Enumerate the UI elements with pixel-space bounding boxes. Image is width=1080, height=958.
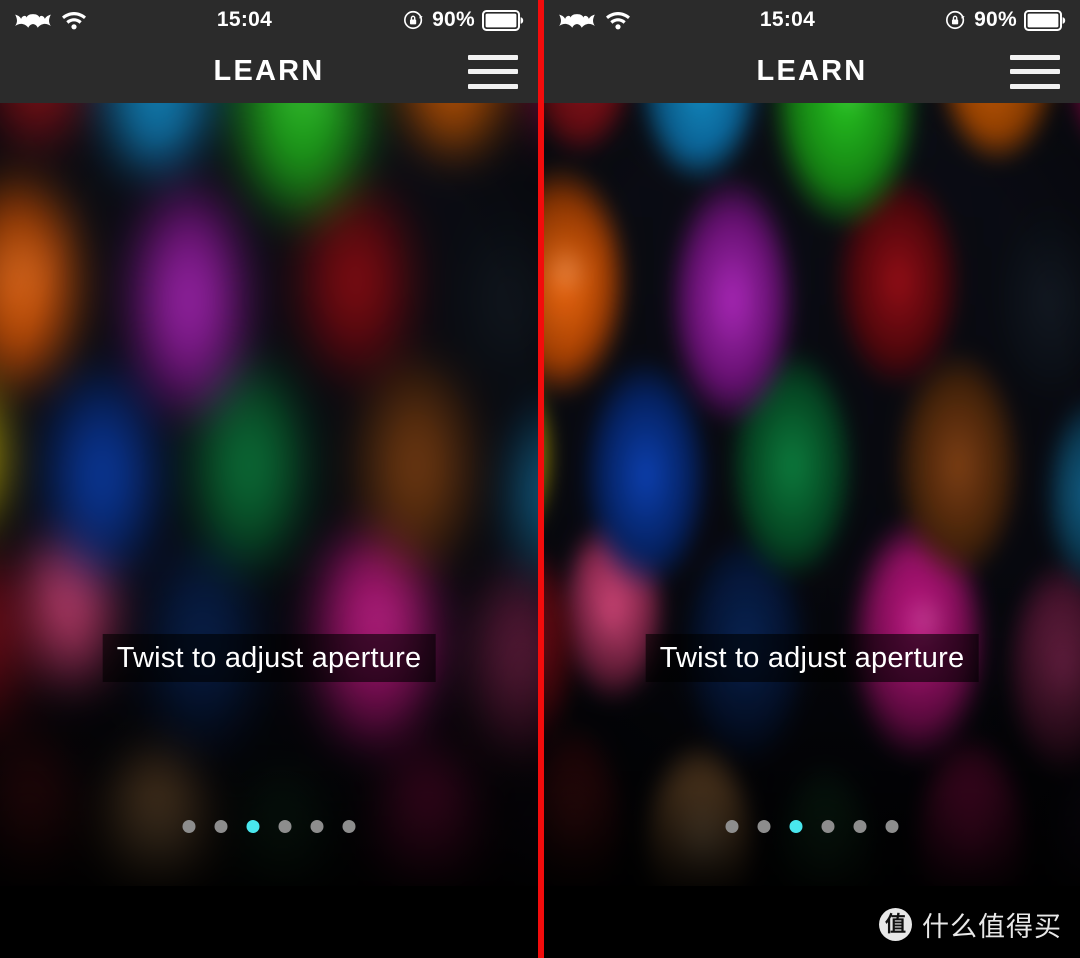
tutorial-caption: Twist to adjust aperture [102,634,436,682]
wifi-icon [606,10,630,30]
pagination-dot[interactable] [182,820,196,833]
panel-divider [538,0,544,958]
page-title: LEARN [756,55,868,87]
hamburger-line [468,69,518,74]
hamburger-menu-icon[interactable] [468,54,518,89]
status-bar-left [14,10,86,30]
status-bar: 15:04 90% [0,0,538,40]
page-title: LEARN [213,55,325,87]
wifi-icon [62,10,86,30]
hamburger-line [1010,69,1060,74]
phone-panel-left: 15:04 90% LEARN Twist to adjust aperture [0,0,538,958]
status-clock: 15:04 [759,8,816,31]
status-bar-right: 90% [945,8,1066,32]
pagination-dot[interactable] [342,820,356,833]
bottom-black-strip [0,886,538,958]
crayon-photo-image [0,103,538,886]
pagination-dot[interactable] [310,820,324,833]
pagination-dot[interactable] [853,820,867,833]
batman-logo-icon [14,10,52,30]
batman-logo-icon [558,10,596,30]
crayon-photo-image [544,103,1080,886]
status-clock: 15:04 [216,8,273,31]
site-watermark: 值 什么值得买 [879,905,1062,944]
hamburger-line [468,54,518,60]
hamburger-menu-icon[interactable] [1010,54,1060,89]
tutorial-photo-narrow-aperture[interactable]: Twist to adjust aperture [544,103,1080,886]
status-bar-left [558,10,630,30]
nav-bar: LEARN [544,40,1080,103]
pagination-dots[interactable] [182,820,356,833]
hamburger-line [1010,83,1060,89]
status-bar-center: 15:04 [630,8,945,32]
pagination-dot-active[interactable] [789,820,803,833]
pagination-dot[interactable] [821,820,835,833]
phone-panel-right: 15:04 90% LEARN Twist to adjust aperture [544,0,1080,958]
pagination-dot-active[interactable] [246,820,260,833]
hamburger-line [1010,54,1060,60]
nav-bar: LEARN [0,40,538,103]
pagination-dot[interactable] [214,820,228,833]
status-bar: 15:04 90% [544,0,1080,40]
pagination-dot[interactable] [885,820,899,833]
pagination-dot[interactable] [725,820,739,833]
tutorial-caption: Twist to adjust aperture [645,634,979,682]
pagination-dots[interactable] [725,820,899,833]
status-bar-right: 90% [403,8,524,32]
pagination-dot[interactable] [757,820,771,833]
pagination-dot[interactable] [278,820,292,833]
watermark-label: 什么值得买 [922,912,1062,943]
battery-percent-label: 90% [974,8,1017,31]
status-bar-center: 15:04 [86,8,403,32]
battery-icon [1024,9,1066,31]
tutorial-photo-wide-aperture[interactable]: Twist to adjust aperture [0,103,538,886]
hamburger-line [468,83,518,89]
battery-percent-label: 90% [432,8,475,31]
watermark-logo-icon: 值 [879,908,912,941]
screenshot-stage: 15:04 90% LEARN Twist to adjust aperture… [0,0,1080,958]
rotation-lock-icon [403,9,425,31]
battery-icon [482,9,524,31]
rotation-lock-icon [945,9,967,31]
